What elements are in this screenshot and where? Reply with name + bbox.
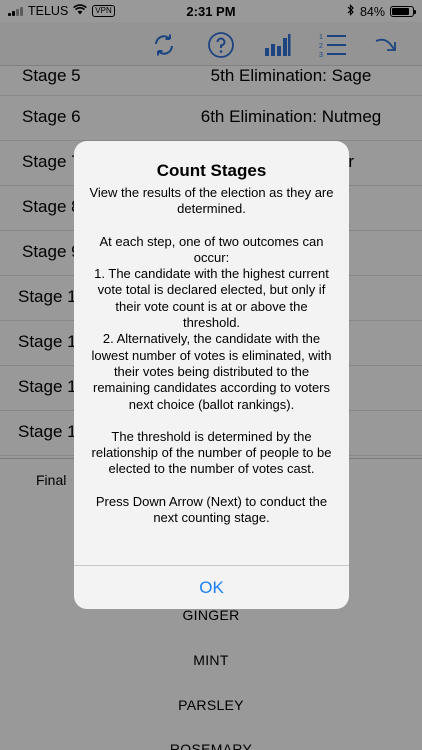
dialog-paragraph: The threshold is determined by the relat… [91, 428, 332, 477]
dialog-title: Count Stages [156, 161, 267, 180]
count-stages-dialog: Count Stages View the results of the ele… [74, 141, 349, 609]
dialog-paragraph: At each step, one of two outcomes can oc… [91, 233, 332, 412]
dialog-message: View the results of the election as they… [86, 185, 337, 526]
ok-button[interactable]: OK [74, 566, 349, 609]
dialog-paragraph: View the results of the election as they… [89, 185, 334, 217]
dialog-paragraph: Press Down Arrow (Next) to conduct the n… [95, 493, 328, 526]
